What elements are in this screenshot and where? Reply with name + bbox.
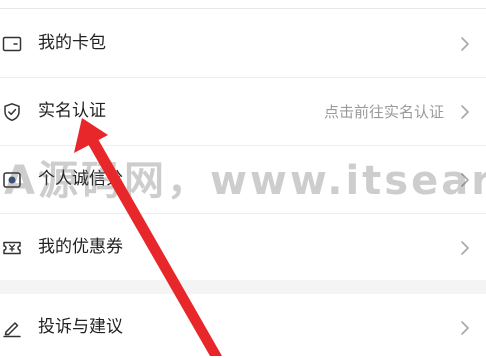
menu-item-label: 我的卡包 [38, 33, 106, 53]
shield-check-icon [2, 102, 22, 122]
wallet-card-icon [2, 34, 22, 54]
row-divider [0, 213, 486, 214]
chevron-right-icon [458, 239, 472, 257]
settings-menu: 我的卡包 实名认证 点击前往实名认证 个人诚信分 我的优惠券 投诉与建议 [0, 0, 486, 356]
row-divider [0, 77, 486, 78]
menu-item-label: 投诉与建议 [38, 317, 123, 337]
pencil-edit-icon [2, 318, 22, 338]
menu-item-real-name-auth[interactable]: 实名认证 点击前往实名认证 [0, 82, 486, 142]
menu-item-card-wallet[interactable]: 我的卡包 [0, 14, 486, 74]
chevron-right-icon [458, 171, 472, 189]
real-name-auth-hint: 点击前往实名认证 [323, 103, 444, 121]
menu-item-label: 实名认证 [38, 101, 106, 121]
chevron-right-icon [458, 103, 472, 121]
section-gap [0, 280, 486, 294]
chevron-right-icon [458, 319, 472, 337]
top-divider [0, 8, 486, 9]
chevron-right-icon [458, 35, 472, 53]
row-divider [0, 145, 486, 146]
menu-item-label: 个人诚信分 [38, 169, 123, 189]
menu-item-label: 我的优惠券 [38, 237, 123, 257]
badge-icon [2, 170, 22, 190]
menu-item-coupons[interactable]: 我的优惠券 [0, 218, 486, 278]
menu-item-credit-score[interactable]: 个人诚信分 [0, 150, 486, 210]
coupon-icon [2, 238, 22, 258]
menu-item-feedback[interactable]: 投诉与建议 [0, 298, 486, 358]
